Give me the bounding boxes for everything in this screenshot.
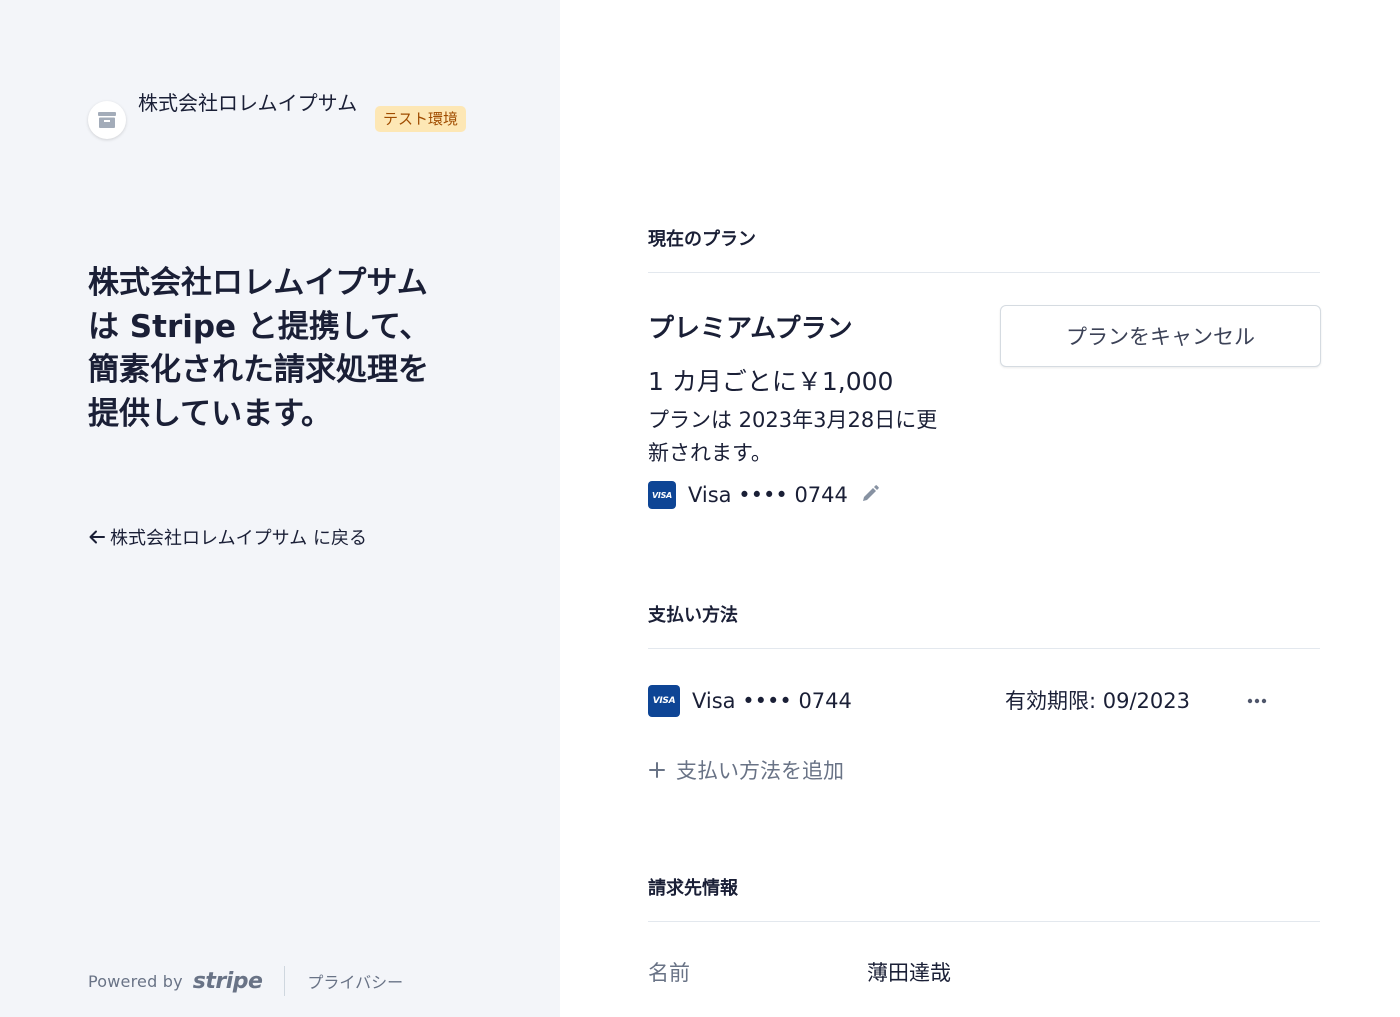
powered-by-text: Powered by (88, 971, 183, 991)
brand-header: 株式会社ロレムイプサム テスト環境 (88, 86, 488, 156)
billing-name-value: 薄田達哉 (867, 961, 951, 985)
test-mode-badge: テスト環境 (375, 106, 467, 132)
payment-method-row: VISA Visa •••• 0744 有効期限: 09/2023 (648, 684, 1320, 718)
cancel-plan-button[interactable]: プランをキャンセル (1000, 305, 1321, 367)
pencil-icon[interactable] (860, 484, 880, 504)
back-link-label: 株式会社ロレムイプサム に戻る (110, 528, 368, 549)
footer: Powered by stripe プライバシー (88, 964, 403, 998)
payment-method-card: VISA Visa •••• 0744 (648, 684, 852, 718)
plan-name: プレミアムプラン (648, 314, 853, 344)
plus-icon (649, 762, 665, 778)
privacy-link[interactable]: プライバシー (307, 969, 403, 993)
brand-name: 株式会社ロレムイプサム (138, 91, 358, 115)
stripe-logo[interactable]: stripe (193, 969, 263, 994)
visa-icon: VISA (648, 685, 680, 717)
plan-payment-card: VISA Visa •••• 0744 (648, 480, 848, 510)
visa-icon: VISA (648, 481, 676, 509)
payment-method-expiry: 有効期限: 09/2023 (1005, 689, 1190, 713)
headline: 株式会社ロレムイプサム は Stripe と提携して、簡素化された請求処理を提供… (88, 265, 431, 432)
arrow-left-icon (89, 530, 105, 544)
payment-methods-title: 支払い方法 (648, 605, 738, 626)
left-panel: 株式会社ロレムイプサム テスト環境 株式会社ロレムイプサム は Stripe と… (0, 0, 560, 1017)
back-link[interactable]: 株式会社ロレムイプサム に戻る (88, 524, 367, 550)
add-payment-method-label: 支払い方法を追加 (676, 759, 844, 783)
divider (648, 921, 1320, 922)
divider (648, 648, 1320, 649)
current-plan-title: 現在のプラン (648, 229, 756, 250)
add-payment-method-link[interactable]: 支払い方法を追加 (648, 755, 844, 785)
right-panel: 現在のプラン プレミアムプラン 1 カ月ごとに￥1,000 プランは 2023年… (560, 0, 1400, 1017)
plan-card-text: Visa •••• 0744 (688, 483, 848, 507)
store-icon (88, 101, 126, 139)
plan-renewal-text: プランは 2023年3月28日に更新されます。 (648, 408, 938, 465)
divider (648, 272, 1320, 273)
plan-price: 1 カ月ごとに￥1,000 (648, 367, 894, 396)
payment-method-card-text: Visa •••• 0744 (692, 689, 852, 713)
billing-name-label: 名前 (648, 961, 690, 985)
billing-info-title: 請求先情報 (648, 878, 738, 899)
more-options-icon[interactable] (1245, 689, 1269, 713)
footer-divider (284, 966, 286, 996)
